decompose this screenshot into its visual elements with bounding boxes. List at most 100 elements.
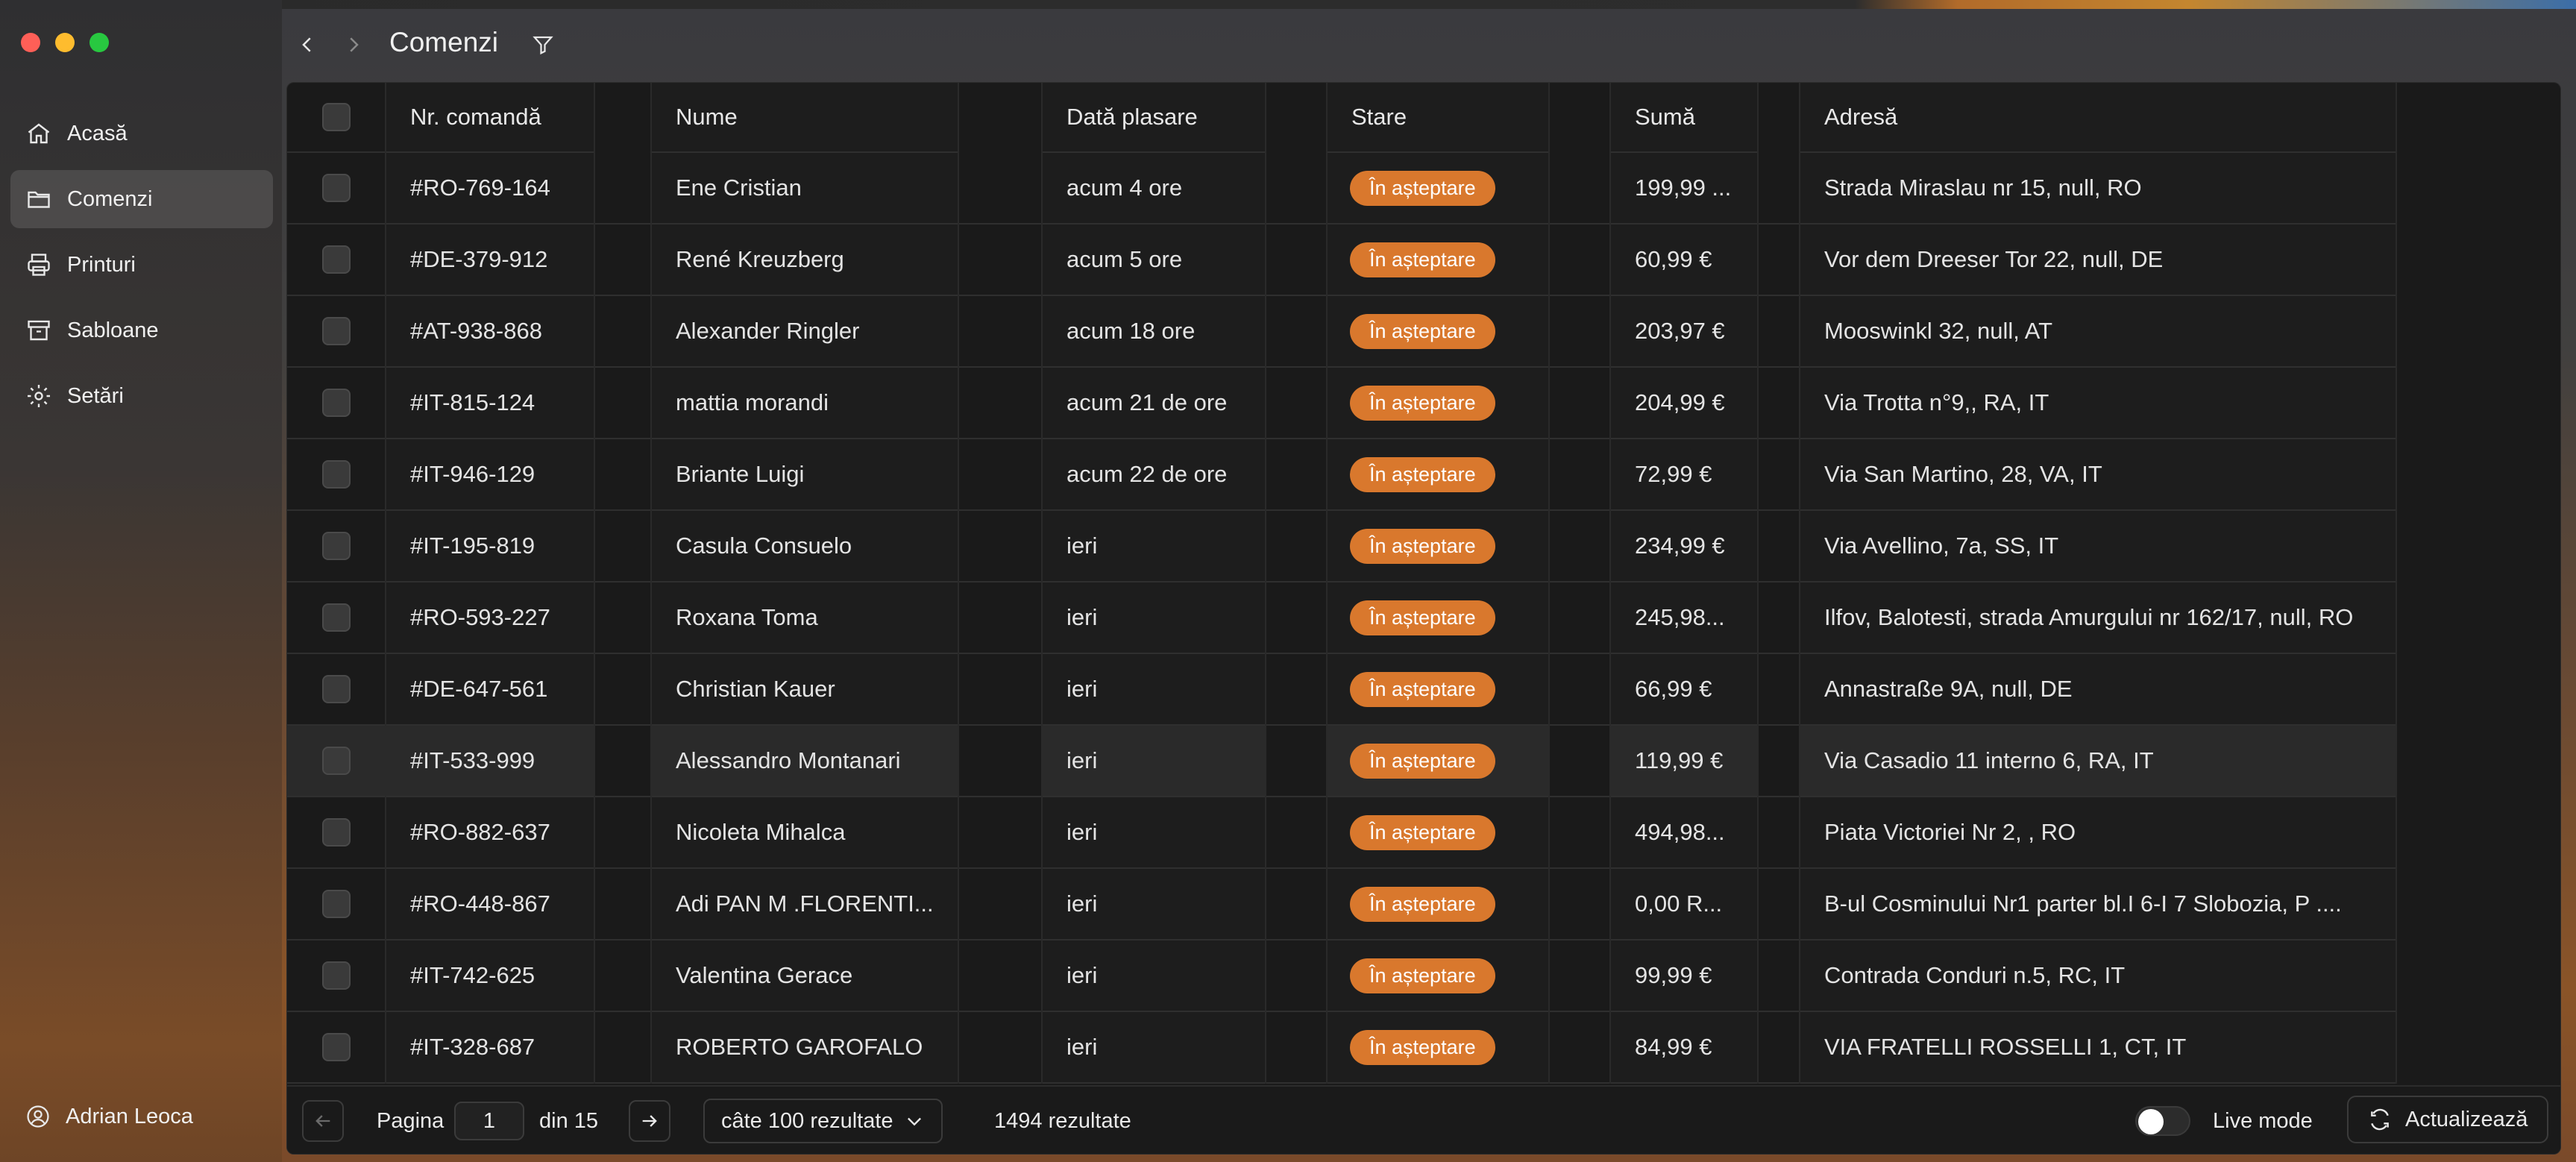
- back-button[interactable]: [291, 28, 324, 61]
- row-checkbox[interactable]: [321, 675, 351, 703]
- arrow-right-icon: [642, 1115, 657, 1127]
- order-number[interactable]: #RO-769-164: [387, 153, 593, 224]
- sidebar-item-printuri[interactable]: Printuri: [10, 236, 273, 294]
- shipping-address: Via Avellino, 7a, SS, IT: [1801, 511, 2395, 582]
- printer-icon: [25, 251, 52, 278]
- customer-name: Casula Consuelo: [653, 511, 957, 582]
- table-row[interactable]: #RO-593-227 Roxana Toma ieri În așteptare 24…: [287, 582, 2397, 654]
- order-number[interactable]: #IT-533-999: [387, 726, 593, 797]
- table-row[interactable]: #IT-328-687 ROBERTO GAROFALO ieri În aștept…: [287, 1012, 2397, 1084]
- sidebar-item-label: Sabloane: [67, 318, 159, 342]
- app-window: Acasă Comenzi Printuri Sabloane Setări A…: [0, 0, 2576, 1162]
- placed-date: ieri: [1043, 582, 1264, 654]
- column-header-sum[interactable]: Sumă: [1612, 83, 1756, 153]
- table-row[interactable]: #AT-938-868 Alexander Ringler acum 18 ore Î…: [287, 296, 2397, 368]
- sidebar-item-setari[interactable]: Setări: [10, 367, 273, 425]
- column-header-status[interactable]: Stare: [1328, 83, 1548, 153]
- sidebar-item-label: Printuri: [67, 252, 136, 277]
- shipping-address: Contrada Conduri n.5, RC, IT: [1801, 940, 2395, 1012]
- filter-button[interactable]: [527, 28, 559, 61]
- table-row[interactable]: #IT-946-129 Briante Luigi acum 22 de ore În…: [287, 439, 2397, 511]
- sidebar-item-comenzi[interactable]: Comenzi: [10, 170, 273, 228]
- orders-panel: Nr. comandă Nume Dată plasare Stare Sumă…: [286, 82, 2561, 1155]
- table-row[interactable]: #IT-815-124 mattia morandi acum 21 de ore Î…: [287, 368, 2397, 439]
- pagination-footer: Pagina din 15 câte 100 rezultate 1494 re…: [287, 1085, 2560, 1154]
- order-number[interactable]: #RO-593-227: [387, 582, 593, 654]
- status-badge: În așteptare: [1350, 886, 1495, 922]
- status-badge: În așteptare: [1350, 814, 1495, 850]
- row-checkbox[interactable]: [321, 174, 351, 202]
- status-badge: În așteptare: [1350, 528, 1495, 564]
- order-sum: 60,99 €: [1612, 224, 1756, 296]
- sidebar-item-acasa[interactable]: Acasă: [10, 104, 273, 163]
- row-checkbox[interactable]: [321, 890, 351, 918]
- row-checkbox[interactable]: [321, 1033, 351, 1061]
- row-checkbox[interactable]: [321, 245, 351, 274]
- order-number[interactable]: #IT-815-124: [387, 368, 593, 439]
- prev-page-button[interactable]: [302, 1100, 344, 1142]
- page-number-input[interactable]: [454, 1102, 524, 1140]
- shipping-address: Vor dem Dreeser Tor 22, null, DE: [1801, 224, 2395, 296]
- row-checkbox[interactable]: [321, 317, 351, 345]
- order-number[interactable]: #RO-448-867: [387, 869, 593, 940]
- table-row[interactable]: #RO-448-867 Adi PAN M .FLORENTI... ieri În …: [287, 869, 2397, 940]
- table-row[interactable]: #DE-379-912 René Kreuzberg acum 5 ore În aș…: [287, 224, 2397, 296]
- close-window-button[interactable]: [21, 33, 40, 52]
- customer-name: Briante Luigi: [653, 439, 957, 511]
- order-sum: 0,00 R...: [1612, 869, 1756, 940]
- table-row[interactable]: #IT-742-625 Valentina Gerace ieri În aștept…: [287, 940, 2397, 1012]
- order-number[interactable]: #IT-195-819: [387, 511, 593, 582]
- column-header-order-no[interactable]: Nr. comandă: [387, 83, 593, 153]
- status-badge: În așteptare: [1350, 743, 1495, 779]
- zoom-window-button[interactable]: [89, 33, 109, 52]
- per-page-value: câte 100 rezultate: [721, 1108, 893, 1133]
- order-number[interactable]: #IT-328-687: [387, 1012, 593, 1084]
- order-number[interactable]: #RO-882-637: [387, 797, 593, 869]
- row-checkbox[interactable]: [321, 532, 351, 560]
- row-checkbox[interactable]: [321, 747, 351, 775]
- minimize-window-button[interactable]: [55, 33, 75, 52]
- select-all-checkbox[interactable]: [321, 103, 351, 131]
- order-number[interactable]: #DE-647-561: [387, 654, 593, 726]
- customer-name: Roxana Toma: [653, 582, 957, 654]
- status-badge: În așteptare: [1350, 170, 1495, 206]
- table-row[interactable]: #RO-769-164 Ene Cristian acum 4 ore În aște…: [287, 153, 2397, 224]
- order-sum: 245,98...: [1612, 582, 1756, 654]
- order-number[interactable]: #IT-742-625: [387, 940, 593, 1012]
- user-profile[interactable]: Adrian Leoca: [25, 1104, 193, 1129]
- next-page-button[interactable]: [629, 1100, 670, 1142]
- shipping-address: Piata Victoriei Nr 2, , RO: [1801, 797, 2395, 869]
- order-sum: 203,97 €: [1612, 296, 1756, 368]
- live-mode-toggle[interactable]: [2135, 1106, 2190, 1136]
- status-badge: În așteptare: [1350, 385, 1495, 421]
- column-header-date[interactable]: Dată plasare: [1043, 83, 1264, 153]
- customer-name: René Kreuzberg: [653, 224, 957, 296]
- status-badge: În așteptare: [1350, 671, 1495, 707]
- row-checkbox[interactable]: [321, 603, 351, 632]
- customer-name: Alexander Ringler: [653, 296, 957, 368]
- column-header-address[interactable]: Adresă: [1801, 83, 2395, 153]
- status-badge: În așteptare: [1350, 313, 1495, 349]
- sidebar-item-sabloane[interactable]: Sabloane: [10, 301, 273, 359]
- order-sum: 72,99 €: [1612, 439, 1756, 511]
- refresh-button[interactable]: Actualizează: [2347, 1096, 2549, 1143]
- per-page-select[interactable]: câte 100 rezultate: [703, 1099, 943, 1143]
- row-checkbox[interactable]: [321, 818, 351, 847]
- placed-date: ieri: [1043, 654, 1264, 726]
- row-checkbox[interactable]: [321, 389, 351, 417]
- orders-table: Nr. comandă Nume Dată plasare Stare Sumă…: [287, 83, 2397, 1084]
- row-checkbox[interactable]: [321, 961, 351, 990]
- sidebar-item-label: Setări: [67, 383, 124, 408]
- gear-icon: [25, 383, 52, 409]
- column-header-name[interactable]: Nume: [653, 83, 957, 153]
- row-checkbox[interactable]: [321, 460, 351, 489]
- order-number[interactable]: #AT-938-868: [387, 296, 593, 368]
- shipping-address: Via San Martino, 28, VA, IT: [1801, 439, 2395, 511]
- table-row[interactable]: #RO-882-637 Nicoleta Mihalca ieri În aștept…: [287, 797, 2397, 869]
- order-number[interactable]: #DE-379-912: [387, 224, 593, 296]
- table-row[interactable]: #DE-647-561 Christian Kauer ieri În aștepta…: [287, 654, 2397, 726]
- forward-button[interactable]: [337, 28, 370, 61]
- table-row[interactable]: #IT-195-819 Casula Consuelo ieri În aștepta…: [287, 511, 2397, 582]
- order-number[interactable]: #IT-946-129: [387, 439, 593, 511]
- table-row[interactable]: #IT-533-999 Alessandro Montanari ieri În aș…: [287, 726, 2397, 797]
